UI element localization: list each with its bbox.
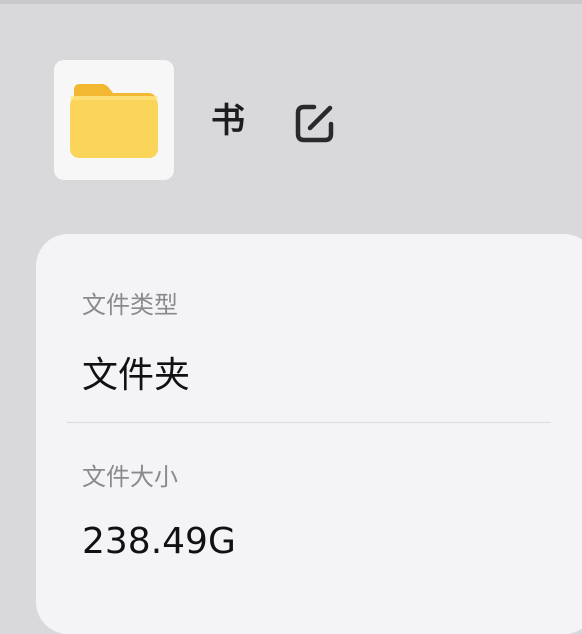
folder-name: 书 (211, 101, 245, 141)
top-divider (0, 0, 582, 4)
folder-icon (70, 84, 158, 158)
file-size-label: 文件大小 (82, 463, 178, 491)
file-type-label: 文件类型 (82, 291, 178, 319)
edit-icon (295, 104, 334, 143)
file-size-value: 238.49G (82, 521, 236, 562)
info-card: 文件类型 文件夹 文件大小 238.49G (36, 234, 582, 634)
rename-button[interactable] (294, 100, 338, 144)
folder-thumbnail (54, 60, 174, 180)
file-type-value: 文件夹 (82, 355, 191, 396)
row-divider (67, 422, 551, 423)
